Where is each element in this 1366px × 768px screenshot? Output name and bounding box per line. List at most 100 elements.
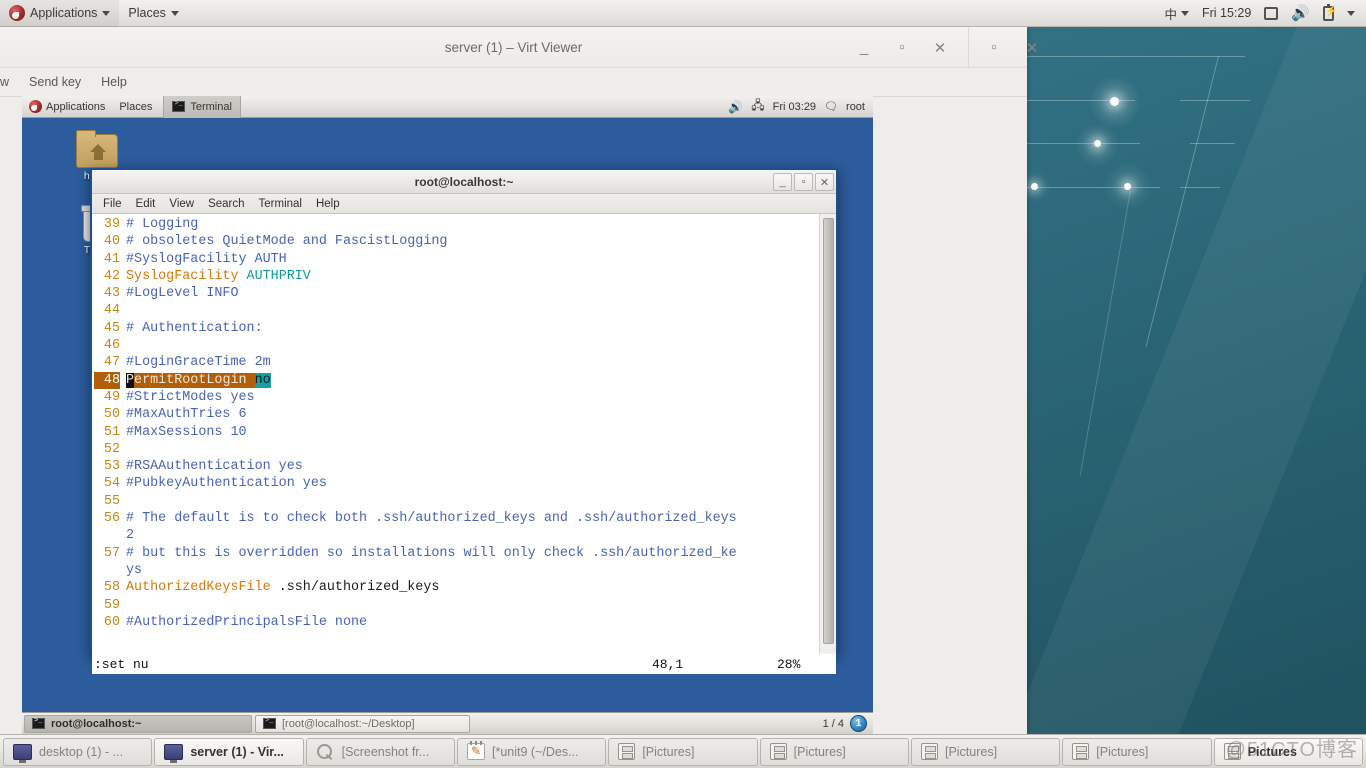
- vm-places-menu[interactable]: Places: [112, 96, 159, 118]
- vm-workspace-switcher[interactable]: 1 / 4 1: [823, 715, 871, 732]
- vim-line-number: 42: [103, 268, 120, 284]
- vim-command-text: :set nu: [94, 656, 149, 672]
- host-taskbar-item[interactable]: desktop (1) - ...: [3, 737, 153, 766]
- user-icon: 🗨: [824, 101, 839, 113]
- vim-token: #AuthorizedPrincipalsFile none: [126, 614, 368, 630]
- host-taskbar-item-label: [*unit9 (~/Des...: [491, 744, 579, 759]
- virt-viewer-titlebar[interactable]: server (1) – Virt Viewer _ ▫ ✕ ▫ ✕: [0, 27, 1038, 68]
- wallpaper-line: [1025, 187, 1160, 188]
- vim-line: 51 #MaxSessions 10: [94, 424, 819, 441]
- virt-minimize-button[interactable]: _: [845, 27, 883, 68]
- terminal-icon: [263, 717, 276, 729]
- virt-menu-send-key[interactable]: Send key: [19, 68, 91, 97]
- vim-token: # but this is overridden so installation…: [126, 545, 737, 561]
- host-taskbar-item[interactable]: [Screenshot fr...: [305, 737, 455, 766]
- vim-token: #SyslogFacility AUTH: [126, 251, 287, 267]
- vm-workspace-badge: 1: [850, 715, 867, 732]
- display-icon: [1264, 6, 1279, 20]
- wallpaper-line: [1180, 100, 1250, 101]
- vim-line-number: 47: [103, 355, 120, 371]
- terminal-menu-search[interactable]: Search: [201, 194, 251, 214]
- display-settings-indicator[interactable]: [1259, 0, 1283, 27]
- vim-line: 39 # Logging: [94, 216, 819, 233]
- terminal-scrollbar-thumb[interactable]: [823, 218, 834, 644]
- vim-line-number: 44: [103, 303, 120, 319]
- vm-user-label[interactable]: root: [846, 101, 865, 113]
- battery-icon: [1323, 3, 1337, 21]
- host-taskbar-item[interactable]: [*unit9 (~/Des...: [456, 737, 607, 766]
- vim-token: #MaxAuthTries 6: [126, 407, 247, 423]
- vim-line-number: 41: [103, 251, 120, 267]
- vim-line-number: 59: [103, 597, 120, 613]
- vim-token: # Logging: [126, 217, 199, 232]
- volume-icon[interactable]: 🔊: [728, 100, 743, 114]
- vim-token: #MaxSessions 10: [126, 424, 247, 440]
- virt-menu-help[interactable]: Help: [91, 68, 137, 97]
- system-menu[interactable]: [1342, 0, 1360, 27]
- vim-line: 60 #AuthorizedPrincipalsFile none: [94, 614, 819, 631]
- vm-clock-label[interactable]: Fri 03:29: [773, 101, 816, 113]
- host-taskbar-item[interactable]: Pictures: [1213, 737, 1363, 766]
- chevron-down-icon: [1347, 10, 1355, 16]
- battery-indicator[interactable]: [1318, 0, 1339, 27]
- vm-taskbar-item-terminal[interactable]: root@localhost:~: [24, 714, 252, 733]
- vm-bottom-panel: root@localhost:~ [root@localhost:~/Deskt…: [22, 712, 873, 734]
- terminal-titlebar[interactable]: root@localhost:~ _ ▫ ✕: [92, 170, 836, 194]
- host-clock-label: Fri 15:29: [1201, 6, 1252, 20]
- vim-token: P: [126, 372, 135, 388]
- terminal-close-button[interactable]: ✕: [815, 173, 834, 191]
- host-taskbar-item[interactable]: [Pictures]: [608, 737, 758, 766]
- volume-indicator[interactable]: 🔊: [1286, 0, 1315, 27]
- vim-line: 43 #LogLevel INFO: [94, 285, 819, 302]
- network-icon[interactable]: 🖧: [751, 96, 764, 117]
- terminal-menu-view[interactable]: View: [162, 194, 201, 214]
- virt-menu-view[interactable]: w: [0, 68, 19, 97]
- vm-window-list-terminal[interactable]: Terminal: [163, 96, 241, 118]
- terminal-body[interactable]: 39 # Logging 40 # obsoletes QuietMode and F…: [92, 214, 836, 654]
- vim-line: 52: [94, 441, 819, 458]
- vim-line: 57 # but this is overridden so installati…: [94, 545, 819, 562]
- vim-editor-content[interactable]: 39 # Logging 40 # obsoletes QuietMode and F…: [92, 214, 819, 654]
- vim-line-number: 45: [103, 320, 120, 336]
- wallpaper-dot: [1094, 140, 1101, 147]
- terminal-menu-file[interactable]: File: [96, 194, 129, 214]
- host-applications-menu[interactable]: Applications: [0, 0, 120, 27]
- vm-taskbar-item-label: root@localhost:~: [51, 717, 142, 730]
- virt-maximize-button[interactable]: ▫: [883, 27, 921, 68]
- host-taskbar-item[interactable]: [Pictures]: [910, 737, 1061, 766]
- vim-line-number: 53: [103, 459, 120, 475]
- host-taskbar-item[interactable]: [Pictures]: [1062, 737, 1212, 766]
- vim-scroll-percent: 28%: [777, 656, 801, 672]
- vm-taskbar-item-desktop-terminal[interactable]: [root@localhost:~/Desktop]: [255, 714, 470, 733]
- host-clock[interactable]: Fri 15:29: [1197, 0, 1256, 27]
- vim-line: 44: [94, 302, 819, 319]
- virt-viewer-menubar: w Send key Help: [0, 68, 1027, 97]
- host-taskbar-item[interactable]: [Pictures]: [759, 737, 909, 766]
- outer-maximize-button[interactable]: ▫: [975, 27, 1013, 68]
- terminal-maximize-button[interactable]: ▫: [794, 173, 813, 191]
- host-taskbar-item[interactable]: server (1) - Vir...: [154, 737, 304, 766]
- input-method-indicator[interactable]: 中: [1159, 0, 1194, 27]
- host-places-menu[interactable]: Places: [119, 0, 188, 27]
- vim-line-number: 55: [103, 493, 120, 509]
- vim-token: no: [254, 372, 271, 388]
- terminal-minimize-button[interactable]: _: [773, 173, 792, 191]
- vim-line-number: 39: [103, 217, 120, 232]
- terminal-menu-help[interactable]: Help: [309, 194, 347, 214]
- virt-close-button[interactable]: ✕: [921, 27, 959, 68]
- terminal-scrollbar[interactable]: [819, 214, 836, 654]
- host-taskbar-item-label: desktop (1) - ...: [39, 744, 124, 759]
- vim-token: #PubkeyAuthentication yes: [126, 476, 327, 492]
- vm-applications-menu[interactable]: Applications: [22, 96, 112, 118]
- terminal-menu-terminal[interactable]: Terminal: [252, 194, 309, 214]
- vim-line-number: 60: [103, 614, 120, 630]
- outer-close-button[interactable]: ✕: [1013, 27, 1051, 68]
- host-taskbar-item-label: [Screenshot fr...: [341, 744, 430, 759]
- vim-line-number: 43: [103, 286, 120, 302]
- vim-token: #StrictModes yes: [126, 389, 255, 405]
- terminal-icon: [172, 100, 186, 112]
- terminal-menu-edit[interactable]: Edit: [129, 194, 163, 214]
- fedora-logo-icon: [9, 5, 25, 21]
- vim-token: 2: [126, 528, 135, 544]
- vm-top-panel: Applications Places Terminal 🔊 🖧 Fri 03:…: [22, 96, 873, 118]
